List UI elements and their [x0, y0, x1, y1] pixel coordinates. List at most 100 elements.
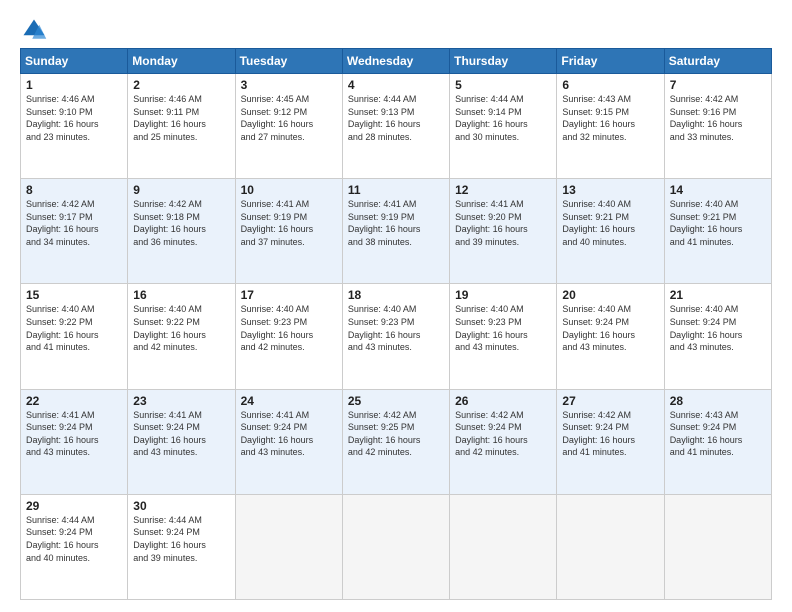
day-info: Sunrise: 4:44 AMSunset: 9:24 PMDaylight:…: [26, 515, 99, 563]
calendar-day-cell: 30 Sunrise: 4:44 AMSunset: 9:24 PMDaylig…: [128, 494, 235, 599]
day-info: Sunrise: 4:44 AMSunset: 9:13 PMDaylight:…: [348, 94, 421, 142]
calendar-day-cell: 25 Sunrise: 4:42 AMSunset: 9:25 PMDaylig…: [342, 389, 449, 494]
calendar-day-cell: 7 Sunrise: 4:42 AMSunset: 9:16 PMDayligh…: [664, 74, 771, 179]
page: SundayMondayTuesdayWednesdayThursdayFrid…: [0, 0, 792, 612]
day-number: 3: [241, 78, 337, 92]
calendar-day-cell: 1 Sunrise: 4:46 AMSunset: 9:10 PMDayligh…: [21, 74, 128, 179]
day-number: 11: [348, 183, 444, 197]
day-number: 29: [26, 499, 122, 513]
day-number: 15: [26, 288, 122, 302]
day-info: Sunrise: 4:40 AMSunset: 9:24 PMDaylight:…: [562, 304, 635, 352]
day-number: 22: [26, 394, 122, 408]
calendar-empty-cell: [342, 494, 449, 599]
day-info: Sunrise: 4:41 AMSunset: 9:19 PMDaylight:…: [241, 199, 314, 247]
calendar-empty-cell: [557, 494, 664, 599]
calendar-day-cell: 21 Sunrise: 4:40 AMSunset: 9:24 PMDaylig…: [664, 284, 771, 389]
calendar-table: SundayMondayTuesdayWednesdayThursdayFrid…: [20, 48, 772, 600]
day-number: 9: [133, 183, 229, 197]
day-number: 7: [670, 78, 766, 92]
calendar-day-header: Tuesday: [235, 49, 342, 74]
day-number: 17: [241, 288, 337, 302]
calendar-day-header: Saturday: [664, 49, 771, 74]
day-number: 18: [348, 288, 444, 302]
calendar-day-cell: 4 Sunrise: 4:44 AMSunset: 9:13 PMDayligh…: [342, 74, 449, 179]
calendar-day-cell: 2 Sunrise: 4:46 AMSunset: 9:11 PMDayligh…: [128, 74, 235, 179]
day-number: 2: [133, 78, 229, 92]
calendar-day-cell: 8 Sunrise: 4:42 AMSunset: 9:17 PMDayligh…: [21, 179, 128, 284]
calendar-day-cell: 6 Sunrise: 4:43 AMSunset: 9:15 PMDayligh…: [557, 74, 664, 179]
calendar-empty-cell: [235, 494, 342, 599]
day-number: 23: [133, 394, 229, 408]
day-number: 12: [455, 183, 551, 197]
day-info: Sunrise: 4:42 AMSunset: 9:16 PMDaylight:…: [670, 94, 743, 142]
calendar-header-row: SundayMondayTuesdayWednesdayThursdayFrid…: [21, 49, 772, 74]
day-number: 5: [455, 78, 551, 92]
day-info: Sunrise: 4:40 AMSunset: 9:23 PMDaylight:…: [241, 304, 314, 352]
calendar-day-cell: 24 Sunrise: 4:41 AMSunset: 9:24 PMDaylig…: [235, 389, 342, 494]
calendar-day-cell: 10 Sunrise: 4:41 AMSunset: 9:19 PMDaylig…: [235, 179, 342, 284]
calendar-day-cell: 23 Sunrise: 4:41 AMSunset: 9:24 PMDaylig…: [128, 389, 235, 494]
calendar-day-header: Wednesday: [342, 49, 449, 74]
day-info: Sunrise: 4:42 AMSunset: 9:24 PMDaylight:…: [455, 410, 528, 458]
day-info: Sunrise: 4:43 AMSunset: 9:15 PMDaylight:…: [562, 94, 635, 142]
day-number: 21: [670, 288, 766, 302]
calendar-empty-cell: [450, 494, 557, 599]
calendar-day-header: Sunday: [21, 49, 128, 74]
calendar-day-cell: 3 Sunrise: 4:45 AMSunset: 9:12 PMDayligh…: [235, 74, 342, 179]
calendar-day-cell: 16 Sunrise: 4:40 AMSunset: 9:22 PMDaylig…: [128, 284, 235, 389]
day-number: 14: [670, 183, 766, 197]
calendar-day-cell: 11 Sunrise: 4:41 AMSunset: 9:19 PMDaylig…: [342, 179, 449, 284]
day-info: Sunrise: 4:42 AMSunset: 9:24 PMDaylight:…: [562, 410, 635, 458]
logo-icon: [20, 16, 48, 44]
logo: [20, 16, 52, 44]
day-info: Sunrise: 4:41 AMSunset: 9:24 PMDaylight:…: [133, 410, 206, 458]
day-number: 28: [670, 394, 766, 408]
calendar-day-cell: 15 Sunrise: 4:40 AMSunset: 9:22 PMDaylig…: [21, 284, 128, 389]
day-info: Sunrise: 4:41 AMSunset: 9:20 PMDaylight:…: [455, 199, 528, 247]
day-info: Sunrise: 4:40 AMSunset: 9:22 PMDaylight:…: [26, 304, 99, 352]
day-number: 10: [241, 183, 337, 197]
calendar-day-cell: 5 Sunrise: 4:44 AMSunset: 9:14 PMDayligh…: [450, 74, 557, 179]
header: [20, 16, 772, 44]
calendar-week-row: 22 Sunrise: 4:41 AMSunset: 9:24 PMDaylig…: [21, 389, 772, 494]
day-info: Sunrise: 4:45 AMSunset: 9:12 PMDaylight:…: [241, 94, 314, 142]
day-number: 16: [133, 288, 229, 302]
calendar-day-cell: 22 Sunrise: 4:41 AMSunset: 9:24 PMDaylig…: [21, 389, 128, 494]
calendar-day-header: Thursday: [450, 49, 557, 74]
calendar-week-row: 1 Sunrise: 4:46 AMSunset: 9:10 PMDayligh…: [21, 74, 772, 179]
day-number: 4: [348, 78, 444, 92]
calendar-day-cell: 18 Sunrise: 4:40 AMSunset: 9:23 PMDaylig…: [342, 284, 449, 389]
calendar-day-cell: 9 Sunrise: 4:42 AMSunset: 9:18 PMDayligh…: [128, 179, 235, 284]
day-number: 6: [562, 78, 658, 92]
day-info: Sunrise: 4:46 AMSunset: 9:10 PMDaylight:…: [26, 94, 99, 142]
day-info: Sunrise: 4:42 AMSunset: 9:18 PMDaylight:…: [133, 199, 206, 247]
day-info: Sunrise: 4:41 AMSunset: 9:24 PMDaylight:…: [241, 410, 314, 458]
calendar-day-cell: 29 Sunrise: 4:44 AMSunset: 9:24 PMDaylig…: [21, 494, 128, 599]
day-number: 24: [241, 394, 337, 408]
day-info: Sunrise: 4:41 AMSunset: 9:19 PMDaylight:…: [348, 199, 421, 247]
day-number: 19: [455, 288, 551, 302]
day-number: 27: [562, 394, 658, 408]
calendar-day-cell: 12 Sunrise: 4:41 AMSunset: 9:20 PMDaylig…: [450, 179, 557, 284]
calendar-week-row: 29 Sunrise: 4:44 AMSunset: 9:24 PMDaylig…: [21, 494, 772, 599]
calendar-day-header: Monday: [128, 49, 235, 74]
day-info: Sunrise: 4:40 AMSunset: 9:23 PMDaylight:…: [455, 304, 528, 352]
calendar-day-cell: 17 Sunrise: 4:40 AMSunset: 9:23 PMDaylig…: [235, 284, 342, 389]
calendar-day-cell: 28 Sunrise: 4:43 AMSunset: 9:24 PMDaylig…: [664, 389, 771, 494]
day-info: Sunrise: 4:40 AMSunset: 9:21 PMDaylight:…: [562, 199, 635, 247]
day-info: Sunrise: 4:40 AMSunset: 9:24 PMDaylight:…: [670, 304, 743, 352]
day-info: Sunrise: 4:42 AMSunset: 9:25 PMDaylight:…: [348, 410, 421, 458]
calendar-day-header: Friday: [557, 49, 664, 74]
day-info: Sunrise: 4:46 AMSunset: 9:11 PMDaylight:…: [133, 94, 206, 142]
day-number: 13: [562, 183, 658, 197]
day-info: Sunrise: 4:40 AMSunset: 9:21 PMDaylight:…: [670, 199, 743, 247]
calendar-day-cell: 20 Sunrise: 4:40 AMSunset: 9:24 PMDaylig…: [557, 284, 664, 389]
day-info: Sunrise: 4:44 AMSunset: 9:24 PMDaylight:…: [133, 515, 206, 563]
day-info: Sunrise: 4:41 AMSunset: 9:24 PMDaylight:…: [26, 410, 99, 458]
calendar-day-cell: 26 Sunrise: 4:42 AMSunset: 9:24 PMDaylig…: [450, 389, 557, 494]
day-number: 20: [562, 288, 658, 302]
calendar-day-cell: 19 Sunrise: 4:40 AMSunset: 9:23 PMDaylig…: [450, 284, 557, 389]
calendar-week-row: 8 Sunrise: 4:42 AMSunset: 9:17 PMDayligh…: [21, 179, 772, 284]
day-info: Sunrise: 4:40 AMSunset: 9:23 PMDaylight:…: [348, 304, 421, 352]
calendar-empty-cell: [664, 494, 771, 599]
